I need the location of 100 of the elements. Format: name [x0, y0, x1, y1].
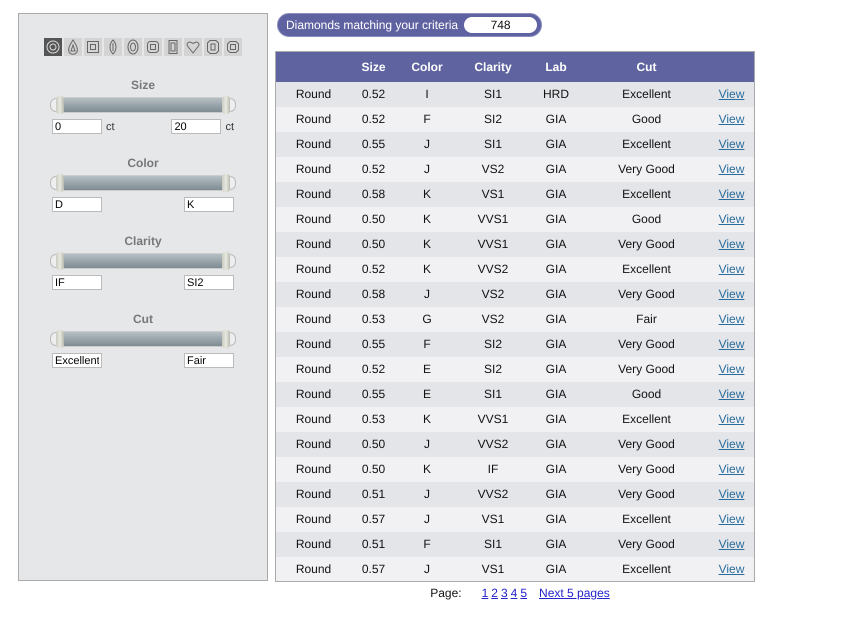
view-link[interactable]: View — [718, 437, 744, 451]
table-cell: VS1 — [482, 562, 504, 576]
view-link[interactable]: View — [718, 187, 744, 201]
max-field[interactable]: 20 — [171, 119, 222, 134]
table-cell: J — [424, 137, 430, 151]
radiant-gem-icon[interactable] — [204, 38, 222, 56]
table-cell: 0.50 — [362, 212, 386, 226]
table-cell: VS1 — [482, 512, 504, 526]
view-link[interactable]: View — [718, 412, 744, 426]
table-cell: GIA — [546, 387, 566, 401]
table-cell: VVS2 — [478, 262, 508, 276]
table-cell: VVS2 — [478, 437, 508, 451]
filter-title: Cut — [133, 312, 153, 326]
table-cell: G — [422, 312, 432, 326]
page-link[interactable]: 4 — [510, 586, 518, 600]
max-field[interactable]: K — [184, 197, 234, 212]
round-gem-icon[interactable] — [44, 38, 62, 56]
table-cell: Excellent — [622, 412, 671, 426]
table-cell: VS1 — [482, 187, 504, 201]
table-cell: GIA — [546, 412, 566, 426]
view-link[interactable]: View — [718, 287, 744, 301]
view-link[interactable]: View — [718, 337, 744, 351]
view-link[interactable]: View — [718, 462, 744, 476]
table-cell: K — [422, 412, 431, 426]
cushion-gem-icon[interactable] — [144, 38, 162, 56]
page-link[interactable]: 5 — [520, 586, 528, 600]
table-cell: E — [422, 362, 431, 376]
view-link[interactable]: View — [718, 487, 744, 501]
page-link[interactable]: 2 — [491, 586, 498, 600]
view-link[interactable]: View — [718, 262, 744, 276]
table-cell: Round — [296, 462, 332, 476]
min-field[interactable]: 0 — [52, 119, 102, 134]
table-cell: F — [423, 337, 431, 351]
max-field[interactable]: Fair — [184, 353, 234, 368]
table-cell: Round — [296, 387, 332, 401]
table-cell: GIA — [546, 512, 566, 526]
table-cell: VVS1 — [478, 237, 508, 251]
filter-title: Size — [130, 78, 155, 92]
table-cell: GIA — [546, 462, 566, 476]
min-field[interactable]: D — [52, 197, 102, 212]
page-link[interactable]: 3 — [500, 586, 508, 600]
view-link[interactable]: View — [718, 537, 744, 551]
table-cell: GIA — [546, 537, 566, 551]
table-cell: J — [424, 287, 430, 301]
view-link[interactable]: View — [718, 562, 744, 576]
rectangle-gem-icon[interactable] — [164, 38, 182, 56]
table-cell: K — [422, 262, 431, 276]
table-cell: Round — [296, 412, 332, 426]
table-cell: IF — [488, 462, 498, 476]
table-cell: Fair — [636, 312, 657, 326]
table-cell: GIA — [546, 312, 566, 326]
heart-gem-icon[interactable] — [184, 38, 202, 56]
table-cell: VS2 — [482, 287, 504, 301]
view-link[interactable]: View — [718, 212, 744, 226]
table-cell: 0.52 — [362, 262, 386, 276]
view-link[interactable]: View — [718, 162, 744, 176]
table-cell: VS2 — [482, 312, 504, 326]
table-cell: F — [423, 112, 431, 126]
table-cell: SI2 — [484, 362, 502, 376]
table-cell: GIA — [546, 437, 566, 451]
view-link[interactable]: View — [718, 512, 744, 526]
page-link[interactable]: 1 — [482, 586, 488, 600]
pear-gem-icon[interactable] — [64, 38, 82, 56]
table-cell: 0.52 — [362, 87, 386, 101]
view-link[interactable]: View — [718, 362, 744, 376]
table-cell: SI1 — [484, 537, 502, 551]
view-link[interactable]: View — [718, 312, 744, 326]
view-link[interactable]: View — [718, 387, 744, 401]
table-cell: Round — [296, 562, 332, 576]
column-header: Clarity — [474, 60, 512, 74]
table-cell: 0.53 — [362, 412, 386, 426]
table-cell: J — [424, 437, 430, 451]
view-link[interactable]: View — [718, 237, 744, 251]
next-pages-link[interactable]: Next 5 pages — [539, 586, 610, 600]
table-cell: GIA — [546, 362, 566, 376]
table-cell: Very Good — [618, 237, 675, 251]
max-field[interactable]: SI2 — [184, 275, 234, 290]
table-cell: Round — [296, 137, 332, 151]
table-cell: Round — [296, 337, 332, 351]
table-cell: Round — [296, 262, 332, 276]
table-cell: Very Good — [618, 437, 675, 451]
square-gem-icon[interactable] — [84, 38, 102, 56]
octagon-gem-icon[interactable] — [224, 38, 242, 56]
table-cell: Round — [296, 287, 332, 301]
table-cell: Good — [632, 387, 662, 401]
table-cell: K — [422, 462, 431, 476]
min-field[interactable]: IF — [52, 275, 102, 290]
table-cell: Very Good — [618, 487, 675, 501]
table-cell: Excellent — [622, 187, 671, 201]
table-cell: Round — [296, 212, 332, 226]
table-cell: F — [423, 537, 431, 551]
view-link[interactable]: View — [718, 87, 744, 101]
table-cell: J — [424, 162, 430, 176]
marquise-gem-icon[interactable] — [104, 38, 122, 56]
table-cell: Good — [632, 112, 662, 126]
table-cell: SI1 — [484, 87, 502, 101]
table-cell: Round — [296, 362, 332, 376]
view-link[interactable]: View — [718, 137, 744, 151]
view-link[interactable]: View — [718, 112, 744, 126]
oval-gem-icon[interactable] — [124, 38, 142, 56]
